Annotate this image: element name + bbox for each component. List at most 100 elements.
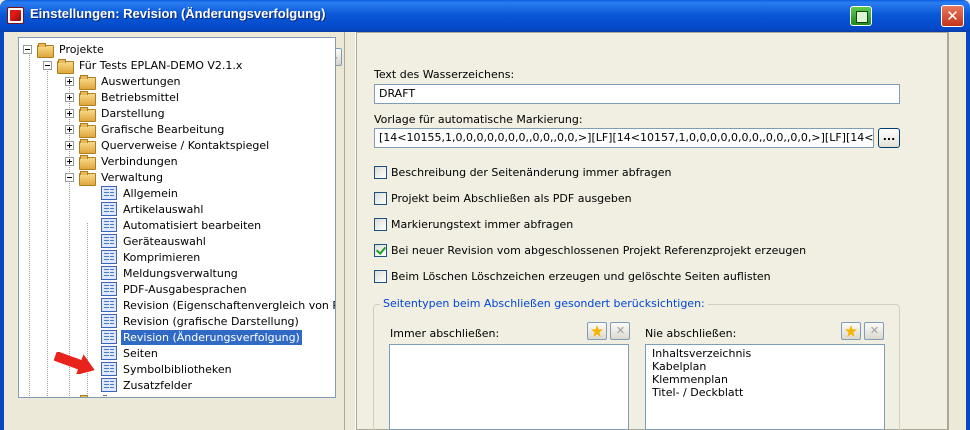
always-close-label: Immer abschließen:: [390, 327, 500, 340]
folder-icon: [79, 90, 96, 106]
tree-item-label: Auswertungen: [101, 74, 181, 88]
tree-item[interactable]: Querverweise / Kontaktspiegel: [65, 137, 271, 154]
settings-page-icon: [101, 330, 117, 344]
remove-never-button[interactable]: ✕: [864, 322, 884, 340]
delete-icon: ✕: [869, 324, 880, 337]
browse-button[interactable]: ...: [878, 128, 900, 148]
tree-item-label: Symbolbibliotheken: [123, 362, 232, 376]
settings-tree[interactable]: Projekte Für Tests EPLAN-DEMO V2.1.x Aus…: [18, 37, 336, 398]
tree-item-projekte[interactable]: Projekte: [23, 41, 106, 58]
folder-icon: [79, 122, 96, 138]
remove-always-button[interactable]: ✕: [610, 322, 630, 340]
tree-item[interactable]: Betriebsmittel: [65, 89, 181, 106]
checkbox-export-pdf[interactable]: [374, 191, 387, 205]
splitter[interactable]: [344, 32, 356, 430]
settings-page-icon: [101, 186, 117, 200]
expand-icon[interactable]: [65, 396, 74, 397]
close-button[interactable]: ✕: [941, 5, 964, 27]
settings-page-icon: [101, 378, 117, 392]
collapse-icon[interactable]: [43, 60, 52, 70]
tree-item[interactable]: Darstellung: [65, 105, 167, 122]
tree-item-label: Allgemein: [123, 186, 178, 200]
tree-item[interactable]: Komprimieren: [101, 249, 202, 265]
expand-icon[interactable]: [65, 124, 74, 134]
always-close-list[interactable]: [389, 344, 629, 430]
expand-icon[interactable]: [65, 156, 74, 166]
tree-item[interactable]: Revision (grafische Darstellung): [101, 313, 301, 329]
checkbox-row[interactable]: Beschreibung der Seitenänderung immer ab…: [374, 164, 671, 180]
settings-page-icon: [101, 282, 117, 296]
tree-item-label: Betriebsmittel: [101, 90, 179, 104]
tree-item-label: Geräteauswahl: [123, 234, 206, 248]
folder-icon: [79, 170, 96, 186]
tree-item[interactable]: Automatisiert bearbeiten: [101, 217, 263, 233]
template-input[interactable]: [14<10155,1,0,0,0,0,0,0,0,,0,0,,0,0,>][L…: [374, 128, 874, 148]
list-item[interactable]: Inhaltsverzeichnis: [646, 347, 884, 360]
expand-icon[interactable]: [65, 76, 74, 86]
never-close-label: Nie abschließen:: [645, 327, 737, 340]
collapse-icon[interactable]: [23, 44, 32, 54]
tree-item[interactable]: Revision (Änderungsverfolgung): [101, 329, 302, 345]
checkbox-label: Beim Löschen Löschzeichen erzeugen und g…: [391, 269, 771, 283]
checkbox-reference-project[interactable]: [374, 243, 387, 257]
template-label: Vorlage für automatische Markierung:: [374, 113, 583, 126]
title-bar: Einstellungen: Revision (Änderungsverfol…: [0, 0, 970, 32]
tree-item[interactable]: Seiten: [101, 345, 160, 361]
star-icon: [845, 325, 857, 337]
checkbox-deletion-marks[interactable]: [374, 269, 387, 283]
tree-item[interactable]: Artikelauswahl: [101, 201, 205, 217]
checkbox-label: Beschreibung der Seitenänderung immer ab…: [391, 165, 672, 179]
tree-item[interactable]: Allgemein: [101, 185, 180, 201]
folder-icon: [79, 106, 96, 122]
never-close-list[interactable]: Inhaltsverzeichnis Kabelplan Klemmenplan Ti…: [645, 344, 885, 430]
star-icon: [591, 325, 603, 337]
folder-icon: [57, 58, 74, 74]
tree-item-label: Darstellung: [101, 106, 165, 120]
tree-item[interactable]: Geräteauswahl: [101, 233, 208, 249]
checkbox-label: Markierungstext immer abfragen: [391, 217, 574, 231]
tree-item[interactable]: Symbolbibliotheken: [101, 361, 234, 377]
tree-item-project[interactable]: Für Tests EPLAN-DEMO V2.1.x: [43, 57, 244, 74]
tree-item-label: Revision (Eigenschaftenvergleich von Pro…: [123, 298, 335, 312]
checkbox-row[interactable]: Markierungstext immer abfragen: [374, 216, 573, 232]
tree-item-label: Übersetzung: [99, 394, 173, 398]
expand-icon[interactable]: [65, 140, 74, 150]
folder-icon: [79, 394, 95, 397]
tree-item[interactable]: PDF-Ausgabesprachen: [101, 281, 249, 297]
checkbox-row[interactable]: Beim Löschen Löschzeichen erzeugen und g…: [374, 268, 771, 284]
folder-icon: [79, 74, 96, 90]
red-arrow-pointer: [54, 352, 95, 374]
expand-icon[interactable]: [65, 108, 74, 118]
watermark-input[interactable]: DRAFT: [374, 84, 900, 104]
tree-item-label: Querverweise / Kontaktspiegel: [101, 138, 270, 152]
list-item[interactable]: Klemmenplan: [646, 373, 884, 386]
tree-item-label: Revision (Änderungsverfolgung): [121, 329, 302, 345]
checkbox-ask-marker-text[interactable]: [374, 217, 387, 231]
list-item[interactable]: Titel- / Deckblatt: [646, 386, 884, 399]
tree-item[interactable]: Revision (Eigenschaftenvergleich von Pro…: [101, 297, 335, 313]
tree-item[interactable]: Zusatzfelder: [101, 377, 194, 393]
tree-item[interactable]: Grafische Bearbeitung: [65, 121, 226, 138]
tree-item[interactable]: Auswertungen: [65, 73, 183, 90]
tree-item[interactable]: Verwaltung: [65, 169, 165, 186]
add-never-button[interactable]: [841, 322, 861, 340]
eplan-app-icon: [7, 7, 24, 24]
settings-page-icon: [101, 362, 117, 376]
group-title: Seitentypen beim Abschließen gesondert b…: [380, 297, 708, 310]
tree-item[interactable]: Verbindungen: [65, 153, 180, 170]
list-item[interactable]: Kabelplan: [646, 360, 884, 373]
tree-item-label: PDF-Ausgabesprachen: [123, 282, 247, 296]
tree-item[interactable]: Meldungsverwaltung: [101, 265, 240, 281]
collapse-icon[interactable]: [65, 172, 74, 182]
tree-item[interactable]: Übersetzung: [65, 393, 173, 398]
checkbox-row[interactable]: Projekt beim Abschließen als PDF ausgebe…: [374, 190, 632, 206]
delete-icon: ✕: [615, 324, 626, 337]
help-icon[interactable]: [850, 6, 872, 26]
tree-item-label: Revision (grafische Darstellung): [123, 314, 299, 328]
expand-icon[interactable]: [65, 92, 74, 102]
checkbox-row[interactable]: Bei neuer Revision vom abgeschlossenen P…: [374, 242, 806, 258]
add-always-button[interactable]: [587, 322, 607, 340]
checkbox-describe-change[interactable]: [374, 165, 387, 179]
tree-item-label: Verbindungen: [101, 154, 178, 168]
tree-item-label: Meldungsverwaltung: [123, 266, 238, 280]
